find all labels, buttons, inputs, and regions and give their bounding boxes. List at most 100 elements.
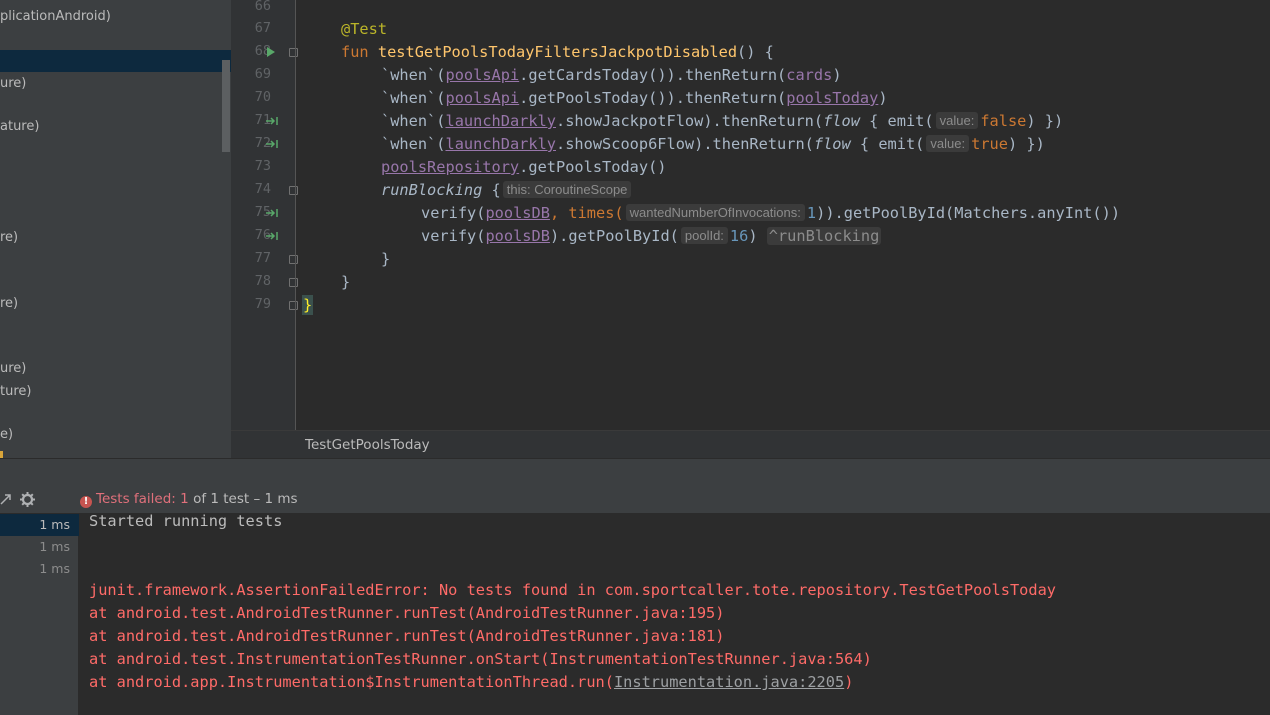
function-token: runBlocking — [381, 181, 483, 199]
console-line: Started running tests — [89, 512, 283, 530]
code-token: { emit( — [859, 112, 934, 130]
test-console-output[interactable]: Started running tests junit.framework.As… — [79, 512, 1270, 715]
code-line-76: verify(poolsDB).getPoolById(poolId: 16) ^… — [421, 225, 882, 248]
source-link[interactable]: Instrumentation.java:2205 — [614, 673, 844, 691]
code-token: `when` — [381, 112, 437, 130]
code-token: .getPoolsToday() — [519, 158, 667, 176]
return-hint: ^runBlocking — [766, 227, 882, 245]
code-token: ) — [832, 66, 842, 84]
export-icon[interactable] — [0, 493, 12, 505]
line-number: 79 — [254, 296, 271, 312]
line-number: 68 — [254, 43, 271, 59]
code-token: .getCardsToday()).thenReturn( — [519, 66, 787, 84]
keyword-token: true — [971, 135, 1008, 153]
fold-marker-icon[interactable] — [289, 48, 298, 57]
code-line-70: `when`(poolsApi.getPoolsToday()).thenRet… — [381, 87, 888, 110]
code-line-67: @Test — [341, 18, 387, 41]
code-token: `when` — [381, 89, 437, 107]
code-token: `when` — [381, 135, 437, 153]
test-tree-row[interactable]: 1 ms — [0, 514, 79, 536]
line-number: 74 — [254, 181, 271, 197]
code-token: `when` — [381, 66, 437, 84]
property-token: launchDarkly — [445, 112, 556, 130]
parameter-hint: wantedNumberOfInvocations: — [625, 204, 805, 221]
code-line-69: `when`(poolsApi.getCardsToday()).thenRet… — [381, 64, 842, 87]
project-panel: plicationAndroid) ure) ature) re) re) ur… — [0, 0, 231, 458]
gutter-separator — [295, 0, 296, 430]
line-number: 66 — [254, 0, 271, 14]
project-tree-item-selected[interactable] — [0, 50, 231, 72]
suspend-call-icon — [266, 232, 278, 240]
project-tree-item[interactable]: ure) — [0, 73, 26, 95]
project-tree-item-label: ure) — [0, 76, 27, 91]
test-tree: 1 ms 1 ms 1 ms — [0, 514, 79, 715]
number-token: 1 — [806, 204, 817, 222]
code-token: ) — [748, 227, 767, 245]
test-duration: 1 ms — [39, 561, 70, 576]
project-tree-item-label: re) — [0, 296, 19, 311]
suspend-call-icon — [266, 209, 278, 217]
line-number: 67 — [254, 20, 271, 36]
parameter-hint: value: — [935, 112, 979, 129]
fold-marker-icon[interactable] — [289, 301, 298, 310]
code-token: } — [381, 250, 391, 268]
code-token: () { — [737, 43, 774, 61]
fold-marker-icon[interactable] — [289, 255, 298, 264]
project-tree-item[interactable]: re) — [0, 293, 18, 315]
matched-brace-token: } — [301, 295, 314, 315]
project-tree-item[interactable]: ature) — [0, 116, 39, 138]
keyword-token: fun — [341, 43, 369, 61]
status-label: Tests failed: — [96, 491, 176, 507]
code-token: ) }) — [1007, 135, 1045, 153]
breadcrumb[interactable]: TestGetPoolsToday — [305, 437, 430, 453]
fold-marker-icon[interactable] — [289, 278, 298, 287]
code-token: ) — [878, 89, 888, 107]
project-tree-item-label: ure) — [0, 361, 27, 376]
receiver-hint: this: CoroutineScope — [502, 181, 632, 198]
number-token: 16 — [729, 227, 749, 245]
run-test-icon[interactable] — [266, 46, 276, 58]
project-tree-item[interactable]: e) — [0, 424, 13, 446]
code-line-74: runBlocking {this: CoroutineScope — [381, 179, 633, 202]
project-tree-item[interactable]: re) — [0, 227, 18, 249]
function-token: flow — [823, 112, 860, 130]
status-summary: of 1 test – 1 ms — [193, 491, 298, 507]
run-panel-header — [0, 458, 1270, 486]
code-line-75: verify(poolsDB, times(wantedNumberOfInvo… — [421, 202, 1120, 225]
property-token: poolsToday — [786, 89, 879, 107]
code-line-72: `when`(launchDarkly.showScoop6Flow).then… — [381, 133, 1045, 156]
code-token: { emit( — [850, 135, 925, 153]
code-line-71: `when`(launchDarkly.showJackpotFlow).the… — [381, 110, 1063, 133]
gear-icon[interactable] — [20, 492, 35, 507]
line-number: 78 — [254, 273, 271, 289]
project-tree-item-label: ture) — [0, 384, 32, 399]
test-tree-row[interactable]: 1 ms — [0, 536, 79, 558]
code-editor[interactable]: 66 67 68 69 70 71 72 73 74 75 76 77 78 7… — [231, 0, 1270, 458]
project-tree-item[interactable]: plicationAndroid) — [0, 6, 111, 28]
error-icon: ! — [80, 496, 92, 508]
property-token: poolsDB — [485, 227, 550, 245]
test-status: ! Tests failed: 1 of 1 test – 1 ms — [80, 491, 298, 508]
console-text: at android.app.Instrumentation$Instrumen… — [89, 673, 614, 691]
code-line-73: poolsRepository.getPoolsToday() — [381, 156, 667, 179]
code-line-68: fun testGetPoolsTodayFiltersJackpotDisab… — [341, 41, 774, 64]
code-line-77: } — [381, 248, 390, 271]
property-token: cards — [786, 66, 833, 84]
code-token: , times( — [549, 204, 624, 222]
code-line-78: } — [341, 271, 350, 294]
project-scrollbar[interactable] — [222, 60, 230, 152]
console-error-line: at android.test.InstrumentationTestRunne… — [89, 650, 872, 668]
property-token: poolsDB — [485, 204, 550, 222]
parameter-hint: value: — [926, 135, 970, 152]
failed-count: 1 — [180, 491, 189, 507]
project-tree-item-label: e) — [0, 427, 14, 442]
project-tree-item-label: ature) — [0, 119, 40, 134]
code-token: .showJackpotFlow).thenReturn( — [556, 112, 824, 130]
fold-marker-icon[interactable] — [289, 186, 298, 195]
test-tree-row[interactable]: 1 ms — [0, 558, 79, 580]
editor-gutter: 66 67 68 69 70 71 72 73 74 75 76 77 78 7… — [231, 0, 298, 430]
property-token: launchDarkly — [445, 135, 556, 153]
function-name-token: testGetPoolsTodayFiltersJackpotDisabled — [377, 43, 738, 61]
project-tree-item[interactable]: ure) — [0, 358, 26, 380]
project-tree-item[interactable]: ture) — [0, 381, 31, 403]
